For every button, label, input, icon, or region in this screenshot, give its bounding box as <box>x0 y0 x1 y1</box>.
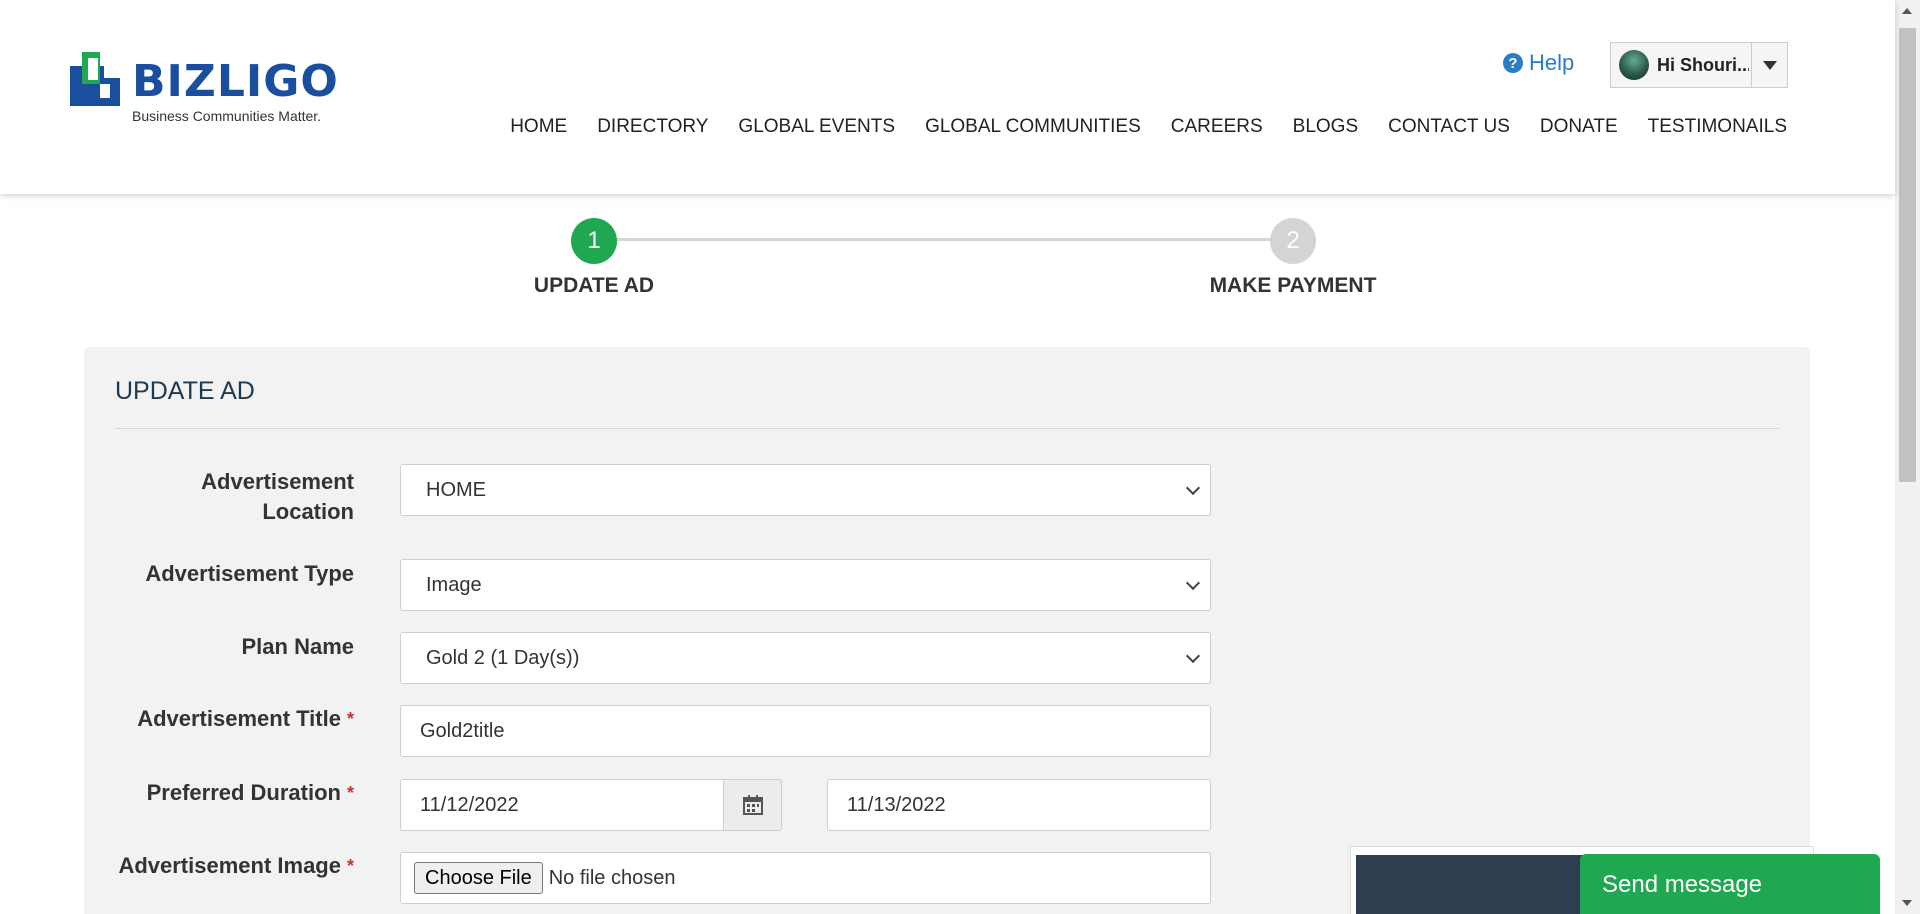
user-greeting: Hi Shouri... <box>1657 54 1749 75</box>
caret-down-icon <box>1762 60 1777 70</box>
nav-directory[interactable]: DIRECTORY <box>597 116 708 138</box>
nav-donate[interactable]: DONATE <box>1540 116 1618 138</box>
logo-tagline: Business Communities Matter. <box>132 108 322 124</box>
plan-select[interactable]: Gold 2 (1 Day(s)) <box>400 632 1211 684</box>
plan-select-value: Gold 2 (1 Day(s)) <box>426 646 580 669</box>
page-scrollbar[interactable] <box>1895 0 1920 914</box>
step-1-label: UPDATE AD <box>533 274 655 297</box>
plan-label: Plan Name <box>241 634 355 659</box>
title-label: Advertisement Title * <box>84 704 354 734</box>
calendar-icon <box>742 795 763 815</box>
location-select-value: HOME <box>426 478 486 501</box>
main-nav: HOME DIRECTORY GLOBAL EVENTS GLOBAL COMM… <box>510 116 1787 138</box>
file-status: No file chosen <box>548 866 676 889</box>
title-label-wrap: Advertisement Title * <box>84 704 354 744</box>
chevron-down-icon <box>1185 480 1201 496</box>
required-mark: * <box>346 783 354 803</box>
scroll-up-icon[interactable] <box>1902 8 1912 14</box>
user-menu-toggle[interactable] <box>1751 43 1787 87</box>
avatar <box>1619 50 1649 80</box>
panel-title: UPDATE AD <box>115 377 255 405</box>
image-label-wrap: Advertisement Image * <box>84 851 354 891</box>
start-date-value: 11/12/2022 <box>420 793 519 816</box>
nav-testimonials[interactable]: TESTIMONAILS <box>1648 116 1787 138</box>
location-label: Advertisement Location <box>104 467 354 527</box>
nav-contact-us[interactable]: CONTACT US <box>1388 116 1510 138</box>
duration-label-text: Preferred Duration <box>146 780 341 805</box>
type-select[interactable]: Image <box>400 559 1211 611</box>
plan-label-wrap: Plan Name <box>84 632 355 672</box>
type-label-wrap: Advertisement Type <box>84 559 354 599</box>
bizligo-logo[interactable]: BIZLIGO Business Communities Matter. <box>70 52 338 126</box>
panel-divider <box>115 428 1779 429</box>
required-mark: * <box>346 856 354 876</box>
image-file-input[interactable]: Choose File No file chosen <box>400 852 1211 904</box>
image-label-text: Advertisement Image <box>118 853 341 878</box>
logo-mark-icon <box>70 52 120 106</box>
title-input[interactable]: Gold2title <box>400 705 1211 757</box>
user-menu[interactable]: Hi Shouri... <box>1610 42 1788 88</box>
step-1-indicator: 1 <box>571 218 617 264</box>
choose-file-button[interactable]: Choose File <box>414 862 543 894</box>
title-input-value: Gold2title <box>420 719 505 742</box>
image-label: Advertisement Image * <box>84 851 354 881</box>
help-label: Help <box>1529 50 1575 75</box>
scroll-down-icon[interactable] <box>1902 900 1912 906</box>
nav-global-events[interactable]: GLOBAL EVENTS <box>738 116 895 138</box>
nav-careers[interactable]: CAREERS <box>1171 116 1263 138</box>
start-date-input[interactable]: 11/12/2022 <box>400 779 782 831</box>
duration-label-wrap: Preferred Duration * <box>84 778 354 818</box>
chevron-down-icon <box>1185 648 1201 664</box>
site-header: BIZLIGO Business Communities Matter. ? H… <box>0 0 1895 194</box>
end-date-input[interactable]: 11/13/2022 <box>827 779 1211 831</box>
scroll-thumb[interactable] <box>1899 28 1916 482</box>
required-mark: * <box>346 709 354 729</box>
question-circle-icon: ? <box>1503 53 1523 73</box>
step-2-indicator: 2 <box>1270 218 1316 264</box>
nav-blogs[interactable]: BLOGS <box>1293 116 1358 138</box>
stepper-connector <box>594 238 1293 241</box>
help-link[interactable]: ? Help <box>1503 50 1574 76</box>
location-label-line1: Advertisement <box>201 469 354 494</box>
chevron-down-icon <box>1185 575 1201 591</box>
title-label-text: Advertisement Title <box>137 706 341 731</box>
end-date-value: 11/13/2022 <box>847 793 946 816</box>
calendar-button[interactable] <box>723 779 782 831</box>
location-select[interactable]: HOME <box>400 464 1211 516</box>
step-2-label: MAKE PAYMENT <box>1209 274 1377 297</box>
logo-wordmark: BIZLIGO <box>132 56 339 107</box>
duration-label: Preferred Duration * <box>84 778 354 808</box>
send-message-button[interactable]: Send message <box>1580 854 1880 914</box>
nav-home[interactable]: HOME <box>510 116 567 138</box>
nav-global-communities[interactable]: GLOBAL COMMUNITIES <box>925 116 1141 138</box>
update-ad-panel: UPDATE AD Advertisement Location HOME Ad… <box>84 347 1810 914</box>
type-select-value: Image <box>426 573 482 596</box>
location-label-line2: Location <box>262 499 354 524</box>
type-label: Advertisement Type <box>145 561 354 586</box>
location-label-wrap: Advertisement Location <box>84 465 354 525</box>
